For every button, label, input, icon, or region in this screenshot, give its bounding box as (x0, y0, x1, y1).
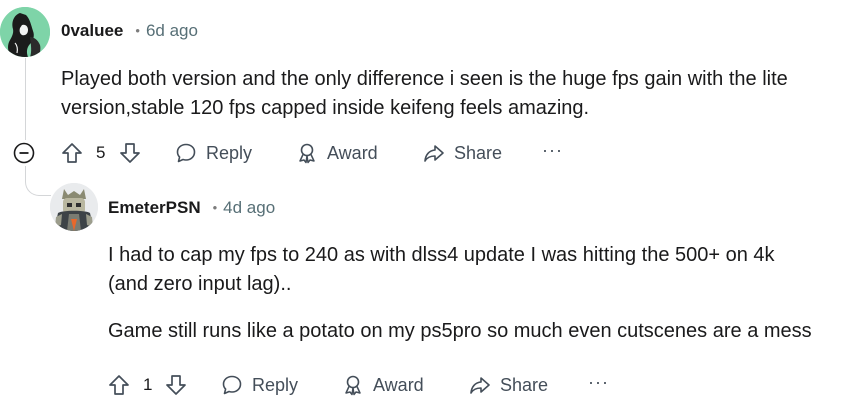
award-label: Award (327, 143, 378, 163)
ellipsis-icon: ··· (588, 372, 609, 392)
share-label: Share (454, 143, 503, 163)
comment-actions: 1 Reply Award Share ··· (107, 371, 627, 397)
meta-separator: • (212, 200, 218, 215)
arrow-up-icon (62, 143, 82, 163)
share-button[interactable]: Share (468, 373, 548, 397)
ellipsis-icon: ··· (542, 140, 563, 160)
award-button[interactable]: Award (341, 373, 424, 397)
comment-line: Played both version and the only differe… (61, 68, 788, 90)
more-options-button[interactable]: ··· (588, 371, 609, 393)
comment-line: (and zero input lag).. (108, 273, 292, 295)
award-button[interactable]: Award (295, 141, 378, 165)
meta-separator: • (135, 23, 140, 38)
comment-line: I had to cap my fps to 240 as with dlss4… (108, 244, 775, 266)
comment-meta: EmeterPSN • 4d ago (108, 198, 275, 218)
username[interactable]: EmeterPSN (108, 198, 201, 218)
minus-circle-icon (13, 142, 35, 164)
share-button[interactable]: Share (422, 141, 502, 165)
arrow-up-icon (109, 375, 129, 395)
reply-button[interactable]: Reply (220, 373, 298, 397)
more-options-button[interactable]: ··· (542, 139, 563, 161)
timestamp[interactable]: 4d ago (223, 198, 275, 218)
award-icon (299, 143, 315, 164)
avatar[interactable] (0, 7, 50, 57)
share-arrow-icon (470, 377, 490, 394)
arrow-down-icon (166, 375, 186, 395)
collapse-thread-button[interactable] (12, 141, 36, 165)
comment-meta: 0valuee • 6d ago (61, 21, 198, 41)
vote-count: 5 (96, 143, 106, 162)
speech-bubble-icon (176, 143, 196, 163)
comment-actions: 5 Reply Award Share ··· (60, 139, 580, 165)
comment-body: Played both version and the only differe… (61, 65, 788, 123)
comment-line: version,stable 120 fps capped inside kei… (61, 97, 590, 119)
thread-connector (25, 166, 51, 196)
thread-line (25, 58, 26, 140)
upvote-button[interactable] (60, 141, 84, 165)
timestamp[interactable]: 6d ago (146, 21, 198, 41)
award-icon (345, 375, 361, 396)
avatar[interactable] (50, 183, 98, 231)
reply-button[interactable]: Reply (174, 141, 252, 165)
share-label: Share (500, 375, 549, 395)
reply-label: Reply (206, 143, 253, 163)
vote-count: 1 (143, 375, 153, 394)
comment-body: I had to cap my fps to 240 as with dlss4… (108, 241, 812, 346)
upvote-button[interactable] (107, 373, 131, 397)
downvote-button[interactable] (164, 373, 188, 397)
downvote-button[interactable] (118, 141, 142, 165)
award-label: Award (373, 375, 424, 395)
speech-bubble-icon (222, 375, 242, 395)
username[interactable]: 0valuee (61, 21, 123, 41)
reply-label: Reply (252, 375, 299, 395)
share-arrow-icon (424, 145, 444, 162)
arrow-down-icon (120, 143, 140, 163)
comment-line: Game still runs like a potato on my ps5p… (108, 320, 812, 342)
